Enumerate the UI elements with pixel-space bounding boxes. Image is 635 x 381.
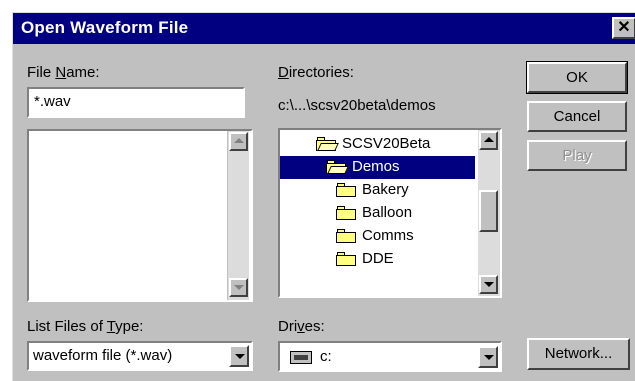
scroll-up-button[interactable] <box>229 132 248 151</box>
drives-dropdown-button[interactable] <box>478 346 498 368</box>
directory-item-bakery[interactable]: Bakery <box>280 179 475 202</box>
open-folder-icon <box>316 137 339 151</box>
file-name-value: *.wav <box>34 93 71 110</box>
file-list-scrollbar[interactable] <box>227 131 249 300</box>
open-folder-icon <box>326 160 349 174</box>
directory-list[interactable]: SCSV20Beta Demos Bakery Balloon Comms DD… <box>278 128 502 298</box>
scroll-thumb[interactable] <box>479 190 498 232</box>
folder-icon <box>336 229 356 243</box>
drive-value: c: <box>320 348 332 365</box>
dialog-title: Open Waveform File <box>21 18 189 37</box>
chevron-down-icon <box>484 355 494 360</box>
arrow-down-icon <box>484 282 494 287</box>
play-button[interactable]: Play <box>527 140 627 171</box>
directory-items: SCSV20Beta Demos Bakery Balloon Comms DD… <box>280 130 478 296</box>
folder-icon <box>336 252 356 266</box>
drives-label: Drives: <box>278 318 325 335</box>
open-waveform-dialog: Open Waveform File ✕ File Name: *.wav Di… <box>12 12 635 381</box>
arrow-down-icon <box>234 285 244 290</box>
directories-label: Directories: <box>278 64 354 81</box>
title-bar[interactable]: Open Waveform File ✕ <box>13 13 635 44</box>
directory-list-scrollbar[interactable] <box>478 130 500 296</box>
arrow-up-icon <box>484 137 494 142</box>
cancel-button[interactable]: Cancel <box>527 101 627 132</box>
network-button[interactable]: Network... <box>527 338 630 370</box>
file-type-value: waveform file (*.wav) <box>33 347 173 364</box>
file-list[interactable] <box>27 129 253 302</box>
scroll-down-button[interactable] <box>479 275 498 294</box>
folder-icon <box>336 183 356 197</box>
directory-item-comms[interactable]: Comms <box>280 225 475 248</box>
directory-item-balloon[interactable]: Balloon <box>280 202 475 225</box>
close-button[interactable]: ✕ <box>612 17 635 39</box>
directory-item-scsv20beta[interactable]: SCSV20Beta <box>280 133 475 156</box>
file-type-select[interactable]: waveform file (*.wav) <box>27 341 253 371</box>
scroll-up-button[interactable] <box>479 131 498 150</box>
chevron-down-icon <box>235 354 245 359</box>
folder-icon <box>336 206 356 220</box>
file-name-label: File Name: <box>27 64 100 81</box>
file-type-label: List Files of Type: <box>27 318 144 335</box>
scroll-down-button[interactable] <box>229 278 248 297</box>
ok-button[interactable]: OK <box>526 61 628 94</box>
file-name-input[interactable]: *.wav <box>27 87 245 118</box>
directory-item-dde[interactable]: DDE <box>280 248 475 271</box>
hard-drive-icon <box>290 351 312 364</box>
drives-select[interactable]: c: <box>278 341 502 372</box>
directory-item-demos[interactable]: Demos <box>280 156 475 179</box>
file-type-dropdown-button[interactable] <box>229 345 249 367</box>
current-directory-path: c:\...\scsv20beta\demos <box>278 97 436 114</box>
close-icon: ✕ <box>617 19 631 36</box>
arrow-up-icon <box>234 138 244 143</box>
